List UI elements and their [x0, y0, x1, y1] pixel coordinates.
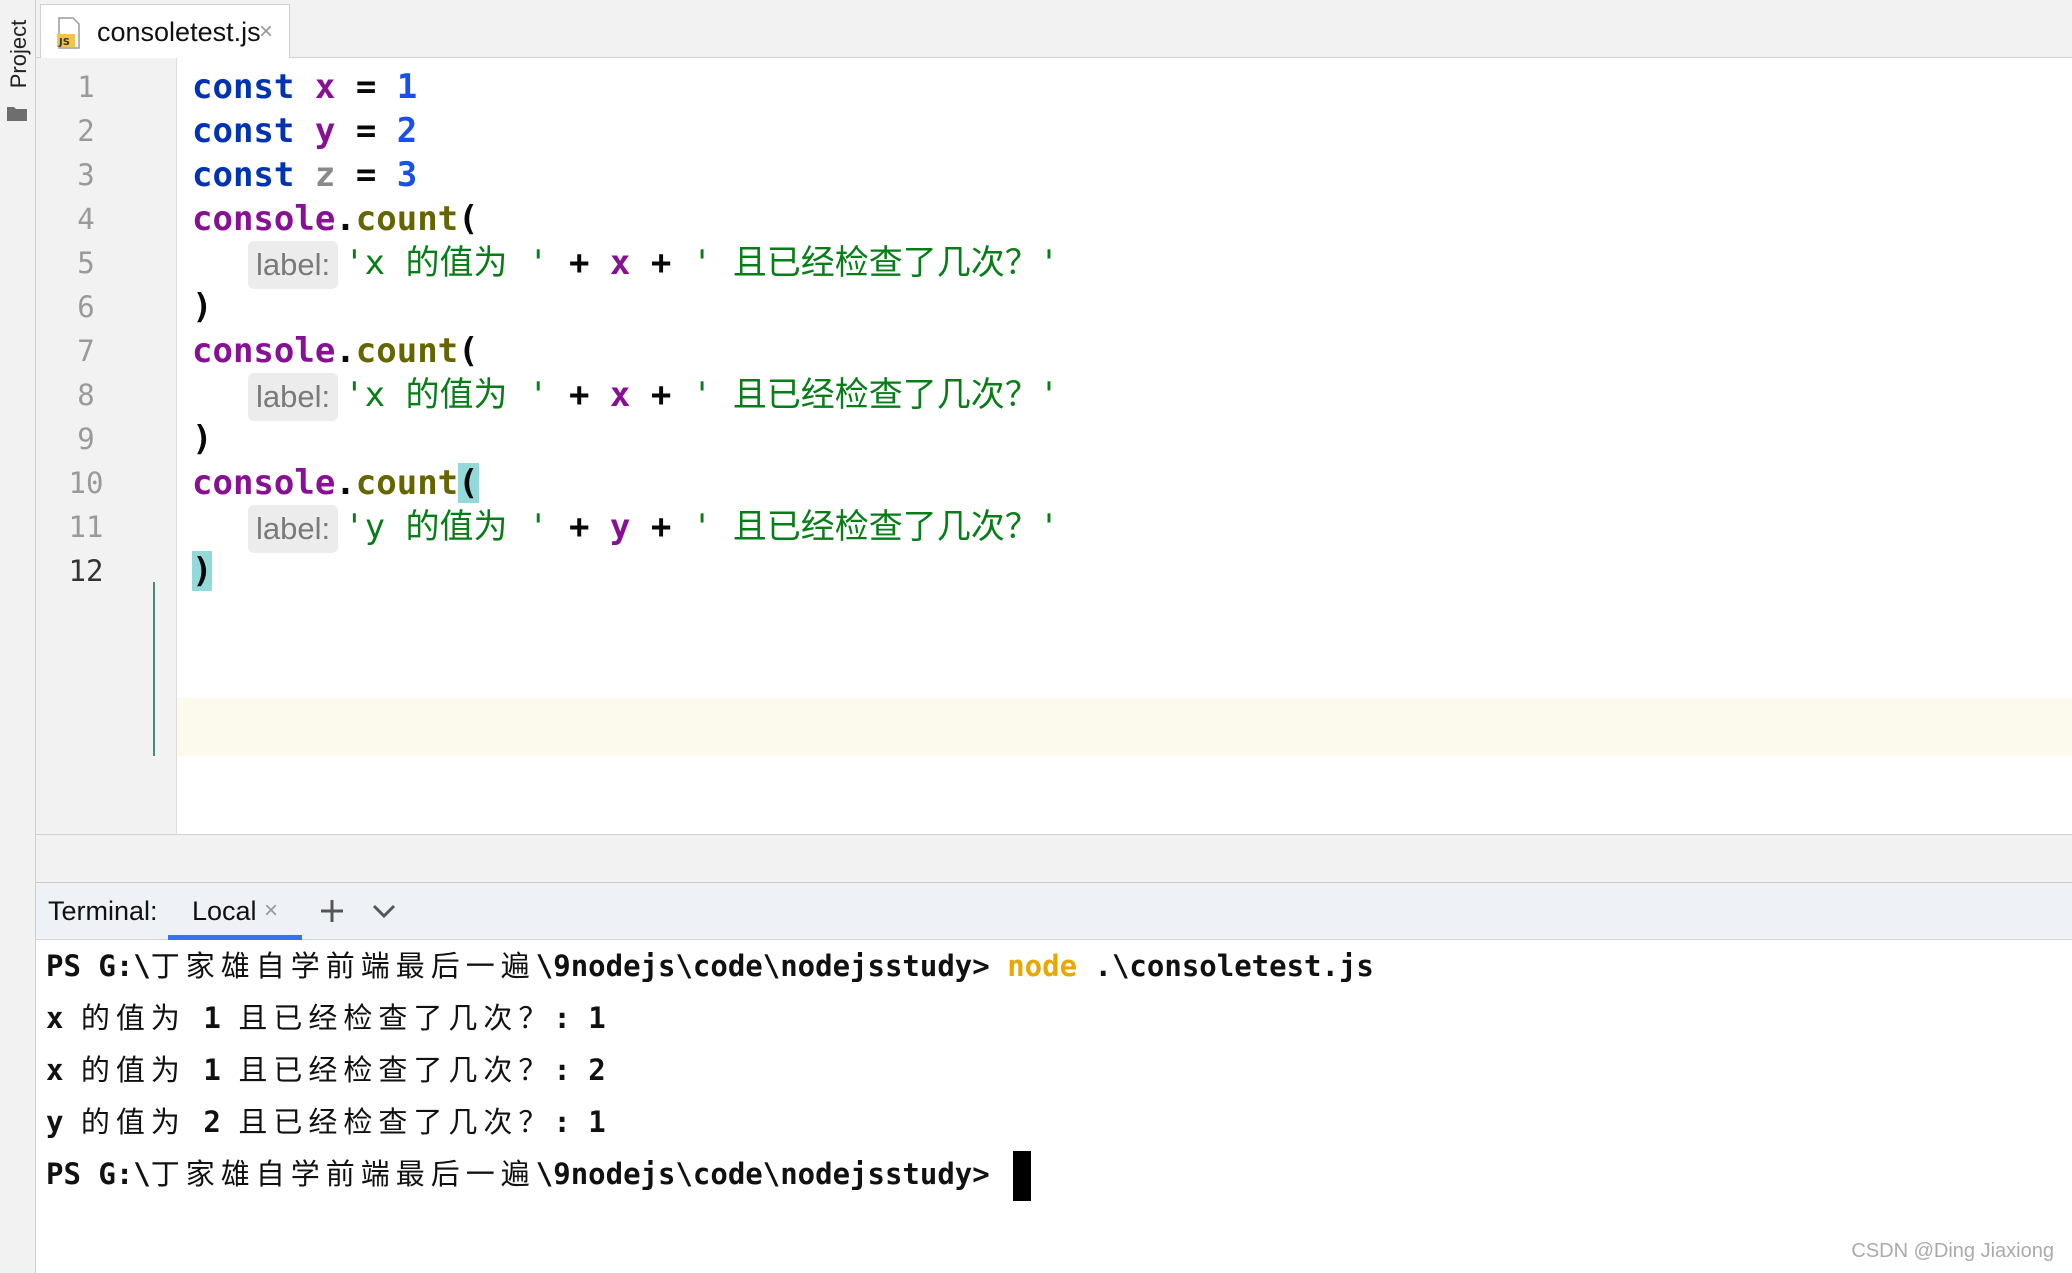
code-editor[interactable]: 1 2 3 4 5 6 7 8 9 10 11 12 const x = 1 c… [36, 58, 2072, 834]
terminal-line: x 的值为 1 且已经检查了几次？: 2 [46, 1053, 606, 1087]
current-line-highlight [36, 698, 2072, 756]
code-line: ) [192, 542, 213, 600]
code-line: label:'x 的值为 ' + x + ' 且已经检查了几次？' [248, 234, 1059, 292]
panel-splitter[interactable] [36, 834, 2072, 882]
chevron-down-icon[interactable] [370, 901, 398, 923]
terminal-output[interactable]: PS G:\丁家雄自学前端最后一遍\9nodejs\code\nodejsstu… [36, 940, 2072, 1273]
tab-close-icon[interactable]: × [259, 17, 273, 47]
parameter-hint: label: [248, 504, 339, 553]
terminal-title: Terminal: [48, 896, 158, 926]
terminal-tab-local[interactable]: Local × [168, 883, 302, 940]
code-line: label:'y 的值为 ' + y + ' 且已经检查了几次？' [248, 498, 1059, 556]
terminal-line: x 的值为 1 且已经检查了几次？: 1 [46, 1001, 606, 1035]
folder-icon [7, 107, 27, 121]
matched-brace: ) [192, 551, 213, 591]
parameter-hint: label: [248, 372, 339, 421]
svg-text:JS: JS [58, 37, 70, 48]
editor-tab-bar: JS consoletest.js × [36, 0, 2072, 58]
terminal-line: y 的值为 2 且已经检查了几次？: 1 [46, 1105, 606, 1139]
code-line: label:'x 的值为 ' + x + ' 且已经检查了几次？' [248, 366, 1059, 424]
terminal-tab-label: Local [192, 896, 257, 926]
tab-label: consoletest.js [97, 17, 261, 47]
terminal-line: PS G:\丁家雄自学前端最后一遍\9nodejs\code\nodejsstu… [46, 949, 1374, 983]
terminal-toolbar: Terminal: Local × [36, 882, 2072, 940]
js-file-icon: JS [57, 17, 80, 49]
terminal-line: PS G:\丁家雄自学前端最后一遍\9nodejs\code\nodejsstu… [46, 1148, 1032, 1201]
terminal-tab-close-icon[interactable]: × [264, 895, 278, 927]
watermark: CSDN @Ding Jiaxiong [1851, 1240, 2054, 1262]
tab-consoletest-js[interactable]: JS consoletest.js × [40, 4, 290, 58]
line-number: 12 [68, 554, 104, 588]
terminal-cursor [1013, 1151, 1032, 1201]
plus-icon[interactable] [318, 897, 346, 925]
parameter-hint: label: [248, 240, 339, 289]
project-tool-strip: Project [0, 0, 36, 1273]
matched-brace: ( [458, 463, 479, 503]
project-label: Project [6, 19, 31, 89]
line-number-gutter: 1 2 3 4 5 6 7 8 9 10 11 12 [36, 58, 177, 834]
project-tool-button[interactable]: Project [2, 0, 33, 130]
vcs-change-marker [153, 582, 155, 756]
